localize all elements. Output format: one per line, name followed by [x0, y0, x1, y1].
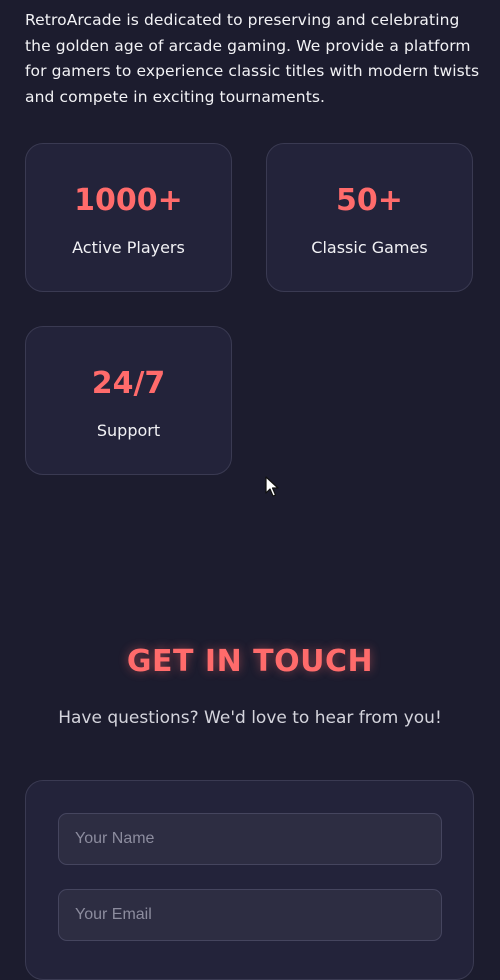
- email-input[interactable]: [58, 889, 442, 941]
- stat-value: 1000+: [74, 183, 183, 218]
- about-description: RetroArcade is dedicated to preserving a…: [25, 11, 480, 106]
- contact-title: GET IN TOUCH: [126, 644, 374, 679]
- stat-card-players: 1000+ Active Players: [25, 143, 232, 292]
- stat-label: Active Players: [72, 238, 185, 257]
- stat-card-games: 50+ Classic Games: [266, 143, 473, 292]
- stat-label: Support: [96, 421, 161, 440]
- stat-card-support: 24/7 Support: [25, 326, 232, 475]
- stat-value: 24/7: [91, 366, 166, 401]
- stat-label: Classic Games: [311, 238, 428, 257]
- contact-form: [25, 780, 474, 980]
- name-input[interactable]: [58, 813, 442, 865]
- stat-value: 50+: [336, 183, 403, 218]
- contact-subtitle: Have questions? We'd love to hear from y…: [58, 708, 442, 728]
- mouse-pointer-icon: [265, 476, 279, 497]
